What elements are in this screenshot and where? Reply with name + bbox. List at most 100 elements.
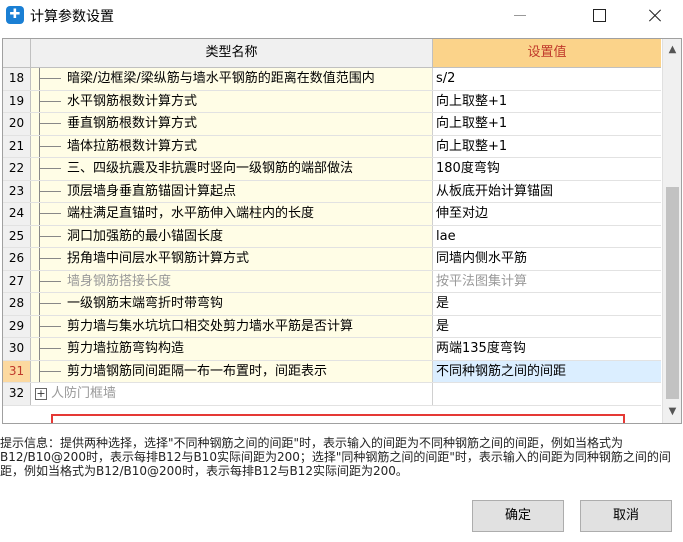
selection-highlight-box — [51, 414, 625, 423]
setting-value-cell[interactable]: 是 — [433, 316, 661, 338]
setting-value-cell[interactable]: 按平法图集计算 — [433, 271, 661, 293]
table-row[interactable]: 19 水平钢筋根数计算方式 向上取整+1 — [3, 90, 661, 113]
header-type-name[interactable]: 类型名称 — [31, 39, 433, 67]
type-name-cell[interactable]: 水平钢筋根数计算方式 — [31, 90, 433, 112]
table-row[interactable]: 22 三、四级抗震及非抗震时竖向一级钢筋的端部做法 180度弯钩 — [3, 158, 661, 181]
ok-button[interactable]: 确定 — [472, 500, 564, 532]
tree-line — [39, 325, 61, 327]
header-setting-value[interactable]: 设置值 — [433, 39, 661, 67]
type-name-text: 暗梁/边框梁/梁纵筋与墙水平钢筋的距离在数值范围内 — [67, 71, 375, 86]
setting-value-cell[interactable]: 从板底开始计算锚固 — [433, 181, 661, 203]
window-title: 计算参数设置 — [30, 9, 114, 25]
tree-line — [39, 168, 61, 169]
row-number: 27 — [3, 270, 31, 292]
setting-value-cell[interactable]: s/2 — [433, 68, 661, 90]
type-name-cell[interactable]: 洞口加强筋的最小锚固长度 — [31, 225, 433, 247]
setting-value-cell[interactable]: 是 — [433, 293, 661, 315]
setting-value-cell[interactable]: 同墙内侧水平筋 — [433, 248, 661, 270]
setting-value-cell[interactable]: 180度弯钩 — [433, 158, 661, 180]
row-number: 21 — [3, 135, 31, 157]
row-number: 26 — [3, 248, 31, 270]
group-name-text: 人防门框墙 — [51, 386, 117, 401]
table-row[interactable]: 29 剪力墙与集水坑坑口相交处剪力墙水平筋是否计算 是 — [3, 315, 661, 338]
setting-value-cell[interactable]: 伸至对边 — [433, 203, 661, 225]
row-number: 23 — [3, 180, 31, 202]
row-number: 29 — [3, 315, 31, 337]
table-row[interactable]: 27 墙身钢筋搭接长度 按平法图集计算 — [3, 270, 661, 293]
tree-line — [39, 190, 61, 192]
table-row[interactable]: 23 顶层墙身垂直筋锚固计算起点 从板底开始计算锚固 — [3, 180, 661, 203]
type-name-text: 剪力墙钢筋同间距隔一布一布置时，间距表示 — [67, 363, 328, 379]
setting-value-cell — [433, 383, 661, 405]
group-name-cell[interactable]: + 人防门框墙 — [31, 383, 433, 405]
table-row[interactable]: 28 一级钢筋末端弯折时带弯钩 是 — [3, 293, 661, 316]
setting-value-cell[interactable]: 向上取整+1 — [433, 113, 661, 135]
table-row[interactable]: 31 剪力墙钢筋同间距隔一布一布置时，间距表示 不同种钢筋之间的间距 — [3, 360, 661, 383]
tree-line — [39, 145, 61, 147]
setting-value-cell[interactable]: 两端135度弯钩 — [433, 338, 661, 360]
tree-line — [39, 78, 61, 79]
type-name-text: 洞口加强筋的最小锚固长度 — [67, 228, 224, 244]
table-row-group[interactable]: 32 + 人防门框墙 — [3, 383, 661, 406]
header-row-number — [3, 39, 31, 67]
type-name-cell[interactable]: 墙体拉筋根数计算方式 — [31, 135, 433, 157]
type-name-cell[interactable]: 剪力墙拉筋弯钩构造 — [31, 338, 433, 360]
setting-value-cell[interactable]: lae — [433, 226, 661, 248]
table-row[interactable]: 25 洞口加强筋的最小锚固长度 lae — [3, 225, 661, 248]
table-row[interactable]: 18 暗梁/边框梁/梁纵筋与墙水平钢筋的距离在数值范围内 s/2 — [3, 68, 661, 91]
row-number: 24 — [3, 203, 31, 225]
tree-line — [39, 370, 61, 372]
type-name-text: 垂直钢筋根数计算方式 — [67, 116, 198, 131]
type-name-text: 拐角墙中间层水平钢筋计算方式 — [67, 251, 250, 266]
type-name-cell[interactable]: 墙身钢筋搭接长度 — [31, 270, 433, 292]
type-name-text: 水平钢筋根数计算方式 — [67, 93, 198, 109]
type-name-cell[interactable]: 剪力墙与集水坑坑口相交处剪力墙水平筋是否计算 — [31, 315, 433, 337]
app-icon: ✚ — [6, 6, 24, 24]
scrollbar-thumb[interactable] — [666, 187, 679, 399]
table-row[interactable]: 30 剪力墙拉筋弯钩构造 两端135度弯钩 — [3, 338, 661, 361]
type-name-cell[interactable]: 顶层墙身垂直筋锚固计算起点 — [31, 180, 433, 202]
tree-line — [39, 213, 61, 214]
close-button[interactable] — [632, 0, 678, 30]
tree-line — [39, 348, 61, 349]
maximize-button[interactable] — [576, 0, 622, 30]
type-name-cell[interactable]: 剪力墙钢筋同间距隔一布一布置时，间距表示 — [31, 360, 433, 382]
row-number: 19 — [3, 90, 31, 112]
row-number: 28 — [3, 293, 31, 315]
table-row[interactable]: 24 端柱满足直锚时，水平筋伸入端柱内的长度 伸至对边 — [3, 203, 661, 226]
setting-value-cell[interactable]: 向上取整+1 — [433, 136, 661, 158]
row-number: 18 — [3, 68, 31, 90]
table-row[interactable]: 20 垂直钢筋根数计算方式 向上取整+1 — [3, 113, 661, 136]
type-name-cell[interactable]: 一级钢筋末端弯折时带弯钩 — [31, 293, 433, 315]
type-name-text: 墙身钢筋搭接长度 — [67, 273, 172, 289]
title-bar: ✚ 计算参数设置 — [0, 0, 683, 30]
type-name-cell[interactable]: 垂直钢筋根数计算方式 — [31, 113, 433, 135]
type-name-text: 一级钢筋末端弯折时带弯钩 — [67, 296, 224, 311]
tree-line — [39, 235, 61, 237]
expand-icon[interactable]: + — [35, 388, 47, 400]
scroll-up-icon[interactable]: ▲ — [663, 41, 681, 59]
type-name-text: 端柱满足直锚时，水平筋伸入端柱内的长度 — [67, 206, 315, 221]
scroll-down-icon[interactable]: ▼ — [663, 403, 681, 421]
tree-line — [39, 123, 61, 124]
grid-header: 类型名称 设置值 — [3, 39, 661, 68]
type-name-cell[interactable]: 三、四级抗震及非抗震时竖向一级钢筋的端部做法 — [31, 158, 433, 180]
type-name-text: 三、四级抗震及非抗震时竖向一级钢筋的端部做法 — [67, 161, 354, 176]
minimize-button[interactable] — [498, 0, 544, 30]
cancel-button[interactable]: 取消 — [580, 500, 672, 532]
tip-info: 提示信息：提供两种选择，选择"不同种钢筋之间的间距"时，表示输入的间距为不同种钢… — [0, 436, 671, 478]
type-name-text: 墙体拉筋根数计算方式 — [67, 138, 198, 154]
grid-rows: 18 暗梁/边框梁/梁纵筋与墙水平钢筋的距离在数值范围内 s/2 19 水平钢筋根数计算… — [3, 68, 661, 406]
vertical-scrollbar[interactable]: ▲ ▼ — [662, 39, 681, 423]
row-number: 22 — [3, 158, 31, 180]
row-number: 20 — [3, 113, 31, 135]
table-row[interactable]: 21 墙体拉筋根数计算方式 向上取整+1 — [3, 135, 661, 158]
row-number: 30 — [3, 338, 31, 360]
table-row[interactable]: 26 拐角墙中间层水平钢筋计算方式 同墙内侧水平筋 — [3, 248, 661, 271]
setting-value-cell[interactable]: 向上取整+1 — [433, 91, 661, 113]
type-name-text: 剪力墙拉筋弯钩构造 — [67, 341, 185, 356]
type-name-cell[interactable]: 拐角墙中间层水平钢筋计算方式 — [31, 248, 433, 270]
setting-value-cell[interactable]: 不同种钢筋之间的间距 — [433, 360, 661, 382]
type-name-cell[interactable]: 暗梁/边框梁/梁纵筋与墙水平钢筋的距离在数值范围内 — [31, 68, 433, 90]
type-name-cell[interactable]: 端柱满足直锚时，水平筋伸入端柱内的长度 — [31, 203, 433, 225]
